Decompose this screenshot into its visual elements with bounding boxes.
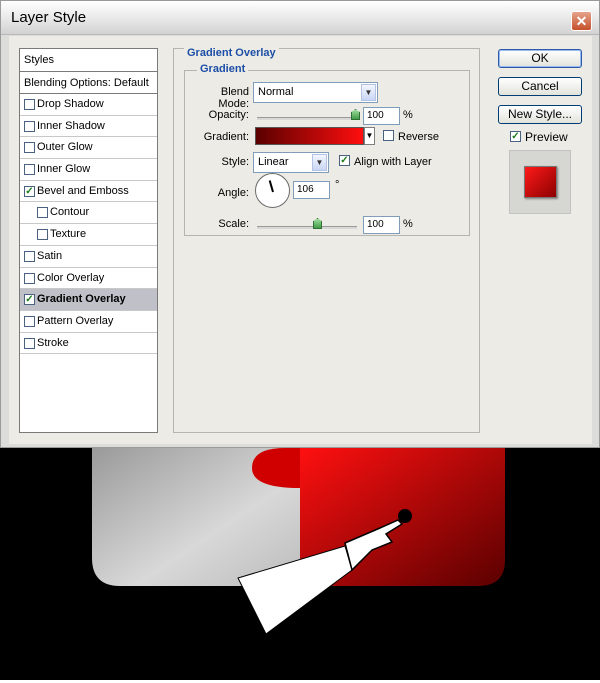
style-item-label: Stroke	[37, 336, 69, 349]
style-checkbox[interactable]	[24, 142, 35, 154]
opacity-slider-track[interactable]	[257, 117, 357, 120]
style-item-pattern-overlay[interactable]: Pattern Overlay	[20, 311, 157, 333]
blending-options-item[interactable]: Blending Options: Default	[20, 72, 157, 94]
style-checkbox[interactable]	[37, 229, 48, 241]
preview-checkbox[interactable]: ✓	[510, 131, 521, 142]
cancel-button[interactable]: Cancel	[498, 77, 582, 96]
new-style-button[interactable]: New Style...	[498, 105, 582, 124]
style-item-inner-shadow[interactable]: Inner Shadow	[20, 116, 157, 138]
style-item-drop-shadow[interactable]: Drop Shadow	[20, 94, 157, 116]
style-checkbox[interactable]	[24, 315, 35, 327]
dialog-client-area: Styles Blending Options: Default Drop Sh…	[9, 36, 592, 444]
blend-mode-select[interactable]: Normal ▼	[253, 82, 378, 103]
angle-unit: °	[335, 179, 340, 191]
scale-unit: %	[403, 218, 413, 230]
style-checkbox[interactable]	[37, 207, 48, 219]
angle-input[interactable]: 106	[293, 181, 330, 199]
style-checkbox[interactable]	[24, 337, 35, 349]
preview-swatch	[524, 166, 557, 198]
style-label: Style:	[221, 156, 249, 168]
style-checkbox[interactable]	[24, 250, 35, 262]
reverse-label: Reverse	[398, 131, 439, 143]
styles-list: Styles Blending Options: Default Drop Sh…	[19, 48, 158, 433]
scale-slider-thumb[interactable]	[313, 218, 322, 229]
scale-label: Scale:	[218, 218, 249, 230]
style-checkbox[interactable]	[24, 272, 35, 284]
style-checkbox[interactable]: ✓	[24, 294, 35, 306]
style-checkbox[interactable]	[24, 120, 35, 132]
angle-dial[interactable]	[255, 173, 290, 208]
style-item-label: Texture	[50, 228, 87, 241]
style-item-label: Bevel and Emboss	[37, 184, 129, 197]
subgroup-title: Gradient	[197, 63, 249, 75]
close-button[interactable]: ✕	[571, 11, 592, 31]
reverse-checkbox[interactable]	[383, 130, 394, 141]
blend-mode-label: Blend Mode:	[218, 86, 249, 110]
angle-label: Angle:	[217, 187, 249, 199]
document-canvas	[0, 448, 600, 680]
style-item-label: Satin	[37, 249, 63, 262]
style-item-label: Gradient Overlay	[37, 293, 126, 306]
preview-label: Preview	[525, 130, 568, 144]
style-value: Linear	[258, 156, 289, 168]
style-item-gradient-overlay[interactable]: ✓ Gradient Overlay	[20, 289, 157, 311]
style-checkbox[interactable]	[24, 99, 35, 110]
style-item-stroke[interactable]: Stroke	[20, 333, 157, 355]
gradient-overlay-group: Gradient Overlay Gradient Blend Mode: No…	[173, 47, 480, 433]
styles-header[interactable]: Styles	[20, 49, 157, 72]
scale-slider-track[interactable]	[257, 226, 357, 229]
window-title: Layer Style	[11, 9, 87, 26]
style-item-label: Inner Glow	[37, 163, 91, 176]
style-item-label: Inner Shadow	[37, 119, 105, 132]
preview-box	[509, 150, 571, 214]
align-with-layer-label: Align with Layer	[354, 156, 432, 168]
layer-style-dialog: Layer Style ✕ Styles Blending Options: D…	[0, 0, 600, 448]
group-title: Gradient Overlay	[184, 47, 279, 59]
style-items: Drop Shadow Inner Shadow Outer Glow Inner G…	[20, 94, 157, 355]
style-checkbox[interactable]	[24, 164, 35, 176]
opacity-input[interactable]: 100	[363, 107, 400, 125]
ok-button[interactable]: OK	[498, 49, 582, 68]
scale-input[interactable]: 100	[363, 216, 400, 234]
gradient-preview-bar[interactable]	[255, 127, 364, 145]
gradient-picker-chevron-icon[interactable]: ▼	[364, 127, 375, 145]
style-item-label: Drop Shadow	[37, 98, 104, 110]
opacity-slider-thumb[interactable]	[351, 109, 360, 120]
style-item-label: Color Overlay	[37, 271, 105, 284]
style-item-label: Pattern Overlay	[37, 314, 114, 327]
angle-needle	[268, 180, 274, 193]
gradient-label: Gradient:	[203, 131, 249, 143]
style-item-color-overlay[interactable]: Color Overlay	[20, 268, 157, 290]
style-item-inner-glow[interactable]: Inner Glow	[20, 159, 157, 181]
style-item-outer-glow[interactable]: Outer Glow	[20, 137, 157, 160]
chevron-down-icon: ▼	[312, 154, 327, 171]
style-item-label: Contour	[50, 206, 90, 219]
style-select[interactable]: Linear ▼	[253, 152, 329, 173]
blend-mode-value: Normal	[258, 86, 294, 98]
dark-spot	[398, 509, 412, 523]
style-checkbox[interactable]: ✓	[24, 185, 35, 197]
style-item-contour[interactable]: Contour	[20, 202, 157, 225]
style-item-bevel-and-emboss[interactable]: ✓ Bevel and Emboss	[20, 181, 157, 203]
style-item-satin[interactable]: Satin	[20, 246, 157, 268]
chevron-down-icon: ▼	[361, 84, 376, 101]
puzzle-artwork-image	[92, 448, 505, 635]
opacity-label: Opacity:	[208, 109, 249, 121]
style-item-texture[interactable]: Texture	[20, 224, 157, 246]
align-with-layer-checkbox[interactable]: ✓	[339, 155, 350, 166]
opacity-unit: %	[403, 109, 413, 121]
style-item-label: Outer Glow	[37, 141, 93, 154]
gradient-subgroup: Gradient Blend Mode: Normal ▼ Opacity: 1…	[184, 63, 470, 236]
title-bar[interactable]: Layer Style ✕	[1, 1, 599, 35]
